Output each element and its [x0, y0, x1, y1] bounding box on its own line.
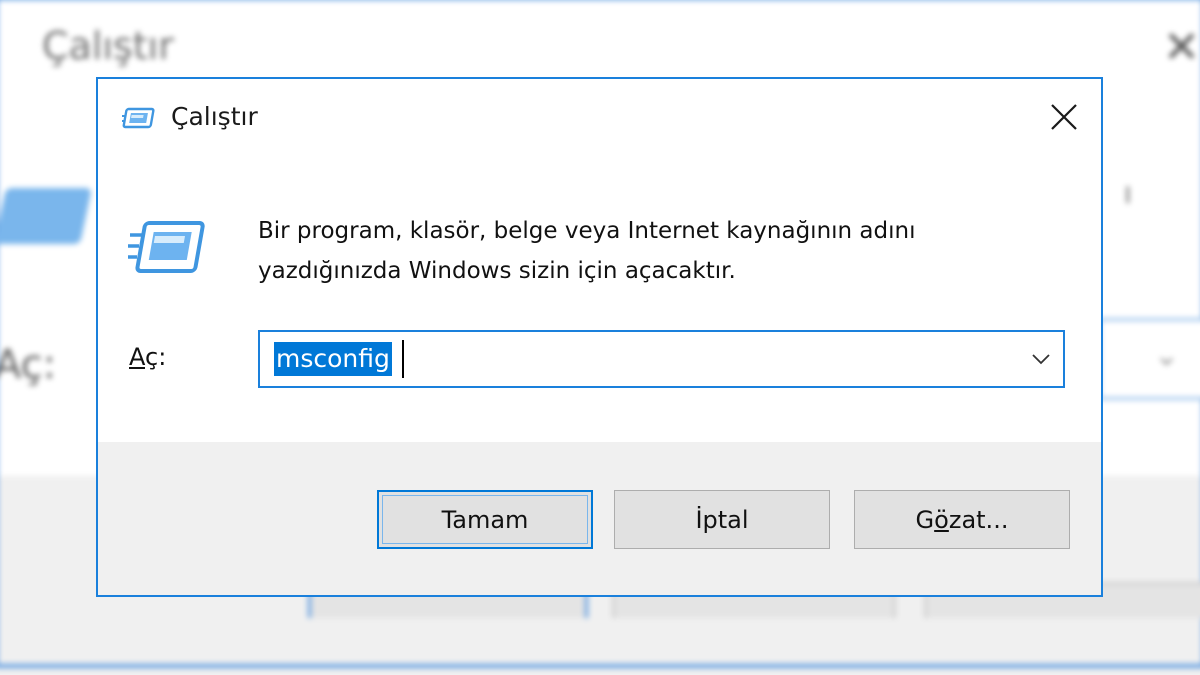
browse-label-end: zat... — [948, 505, 1009, 534]
open-label: Aç: — [129, 343, 166, 371]
browse-button[interactable]: Gö zat... — [854, 490, 1070, 549]
background-run-icon — [0, 188, 92, 244]
title-bar: Çalıştır — [98, 79, 1101, 159]
open-input-value[interactable]: msconfig — [274, 342, 392, 376]
text-caret — [402, 340, 404, 378]
description-text: Bir program, klasör, belge veya Internet… — [258, 211, 1058, 291]
description-line-2: yazdığınızda Windows sizin için açacaktı… — [258, 258, 736, 284]
background-close-icon: ✕ — [1163, 22, 1200, 73]
run-icon-large — [128, 221, 205, 273]
open-combobox[interactable]: msconfig — [258, 330, 1065, 388]
background-chevron-down-icon: ⌄ — [1154, 338, 1180, 373]
open-label-text: ç: — [145, 343, 167, 371]
description-line-1: Bir program, klasör, belge veya Internet… — [258, 218, 916, 244]
browse-label-mnemonic: ö — [934, 505, 949, 534]
background-text-fragment: ı — [1123, 176, 1132, 211]
open-label-mnemonic: A — [129, 343, 145, 371]
chevron-down-icon[interactable] — [1031, 349, 1051, 369]
run-icon — [122, 107, 155, 129]
background-input — [1098, 318, 1200, 400]
background-title: Çalıştır — [42, 24, 174, 68]
window-title: Çalıştır — [171, 102, 258, 131]
browse-label-start: G — [915, 505, 935, 534]
close-button[interactable] — [1031, 85, 1097, 149]
ok-button[interactable]: Tamam — [377, 490, 593, 549]
run-dialog: Çalıştır Bir program, klasör, belge veya… — [96, 77, 1103, 597]
cancel-button[interactable]: İptal — [614, 490, 830, 549]
dialog-content: Bir program, klasör, belge veya Internet… — [98, 159, 1101, 442]
background-open-label: Aç: — [0, 342, 57, 388]
close-icon — [1051, 104, 1077, 130]
